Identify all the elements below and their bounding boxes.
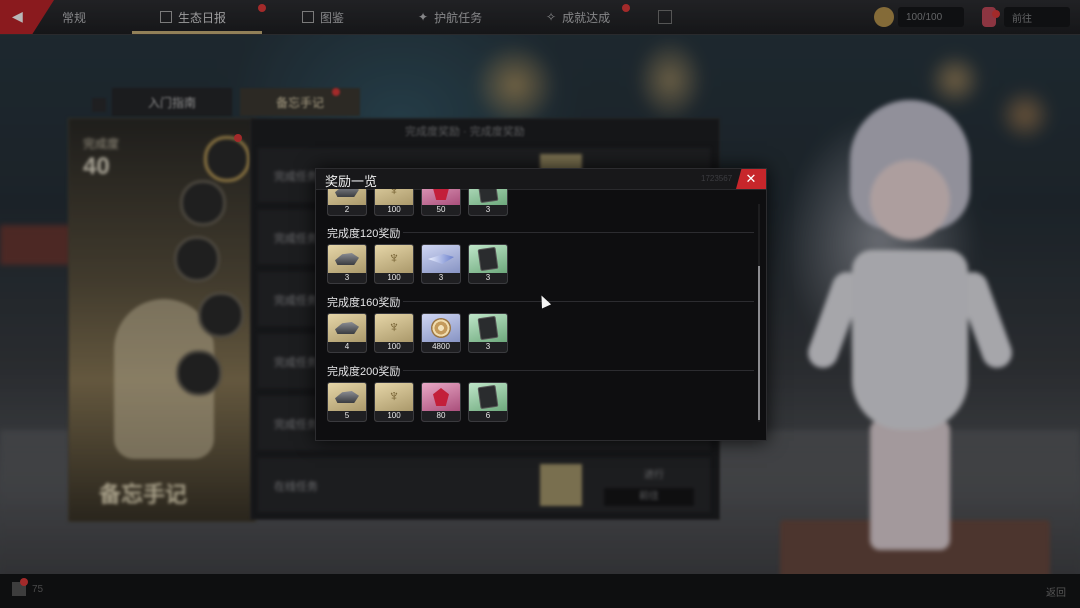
reward-item[interactable]: 3: [421, 244, 461, 284]
gem-icon: [433, 189, 449, 200]
reward-item-count: 100: [375, 273, 413, 283]
reward-item-art: [422, 314, 460, 342]
reward-item-art: [422, 383, 460, 411]
gem-icon: [433, 388, 449, 406]
reward-item-count: 4800: [422, 342, 460, 352]
reward-item[interactable]: ♆ 100: [374, 189, 414, 216]
reward-item[interactable]: 3: [468, 244, 508, 284]
section-title-200: 完成度200奖励: [327, 366, 401, 378]
reward-item[interactable]: 4800: [421, 313, 461, 353]
reward-item-art: [328, 245, 366, 273]
reward-item-count: 100: [375, 342, 413, 352]
section-title-120: 完成度120奖励: [327, 228, 401, 240]
card-icon: [477, 384, 499, 410]
card-icon: [477, 315, 499, 341]
reward-item[interactable]: 4: [327, 313, 367, 353]
reward-item[interactable]: 3: [468, 189, 508, 216]
reward-item-art: [328, 189, 366, 205]
reward-item-art: [469, 314, 507, 342]
reward-item-count: 3: [469, 342, 507, 352]
horns-icon: ♆: [388, 388, 400, 405]
horns-icon: ♆: [388, 189, 400, 199]
ore-icon: [335, 391, 359, 403]
reward-item-count: 6: [469, 411, 507, 421]
section-divider: [403, 301, 754, 302]
snail-shell-icon: [431, 318, 451, 338]
reward-item-count: 3: [469, 205, 507, 215]
reward-item-art: ♆: [375, 383, 413, 411]
reward-item[interactable]: 5: [327, 382, 367, 422]
reward-item-count: 2: [328, 205, 366, 215]
dialog-code-text: 1723567: [701, 174, 733, 183]
section-divider: [403, 232, 754, 233]
close-icon: ✕: [745, 171, 757, 186]
ore-icon: [335, 189, 359, 197]
reward-item-art: ♆: [375, 189, 413, 205]
reward-item-art: [328, 314, 366, 342]
reward-item[interactable]: 80: [421, 382, 461, 422]
reward-item-art: ♆: [375, 314, 413, 342]
reward-item-count: 5: [328, 411, 366, 421]
reward-item-count: 3: [469, 273, 507, 283]
scrollbar-thumb[interactable]: [758, 266, 760, 420]
horns-icon: ♆: [388, 250, 400, 267]
section-divider: [403, 370, 754, 371]
section-title-160: 完成度160奖励: [327, 297, 401, 309]
reward-item-art: [328, 383, 366, 411]
reward-item-count: 3: [422, 273, 460, 283]
reward-item-count: 4: [328, 342, 366, 352]
reward-item-art: ♆: [375, 245, 413, 273]
reward-item-count: 100: [375, 411, 413, 421]
reward-item-art: [422, 189, 460, 205]
reward-item[interactable]: 50: [421, 189, 461, 216]
reward-item[interactable]: ♆ 100: [374, 244, 414, 284]
reward-item-art: [422, 245, 460, 273]
reward-item[interactable]: ♆ 100: [374, 382, 414, 422]
reward-scroll-area[interactable]: 2 ♆ 100 50 3 完成度120奖励 3 ♆ 100 3 3 完成度160奖励 4 ♆ 100…: [316, 189, 766, 440]
reward-item-count: 100: [375, 205, 413, 215]
dialog-header: 奖励一览 1723567 ✕: [316, 169, 766, 190]
reward-item[interactable]: 2: [327, 189, 367, 216]
shard-icon: [428, 254, 454, 264]
card-icon: [477, 246, 499, 272]
close-button[interactable]: ✕: [736, 169, 766, 189]
reward-item[interactable]: 3: [468, 313, 508, 353]
reward-item[interactable]: 6: [468, 382, 508, 422]
reward-item-count: 50: [422, 205, 460, 215]
reward-item[interactable]: ♆ 100: [374, 313, 414, 353]
reward-item-art: [469, 189, 507, 205]
ore-icon: [335, 322, 359, 334]
horns-icon: ♆: [388, 319, 400, 336]
reward-item[interactable]: 3: [327, 244, 367, 284]
dialog-title: 奖励一览: [325, 174, 378, 189]
reward-item-art: [469, 383, 507, 411]
reward-item-count: 80: [422, 411, 460, 421]
reward-item-art: [469, 245, 507, 273]
reward-item-count: 3: [328, 273, 366, 283]
ore-icon: [335, 253, 359, 265]
card-icon: [477, 189, 499, 204]
